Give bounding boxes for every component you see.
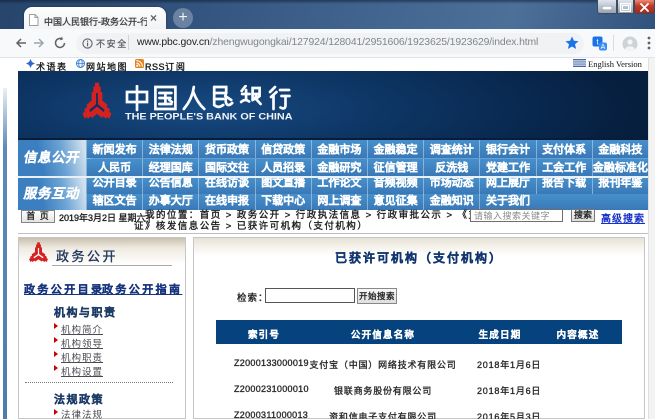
svg-text:A: A: [601, 44, 606, 51]
